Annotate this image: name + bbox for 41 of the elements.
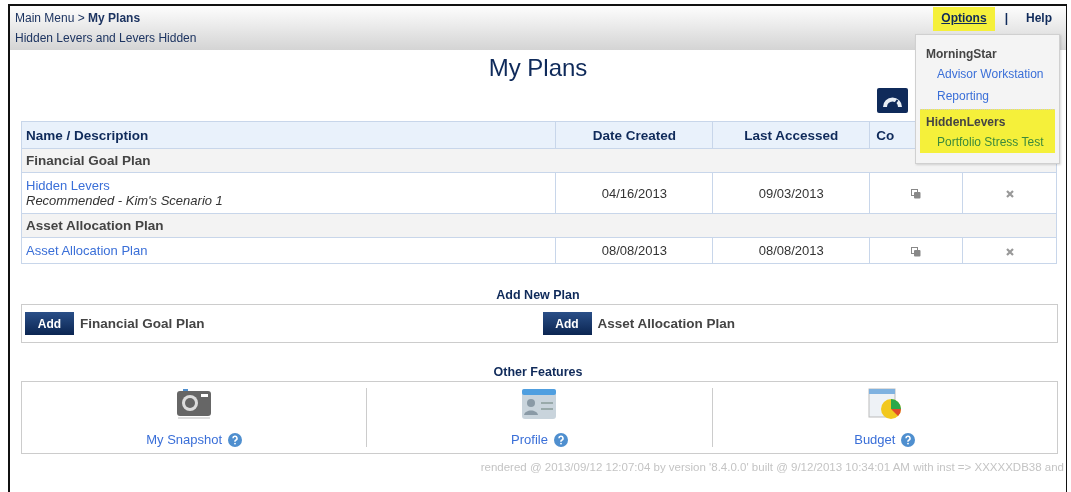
- menu-heading: MorningStar: [926, 47, 998, 61]
- table-cell: 08/08/2013: [712, 237, 870, 264]
- help-icon[interactable]: [901, 432, 916, 447]
- column-header: Name / Description: [21, 121, 556, 149]
- link-separator: |: [1004, 10, 1008, 25]
- breadcrumb-link[interactable]: Main Menu: [15, 11, 75, 25]
- plan-type-label: Financial Goal Plan: [80, 316, 205, 331]
- menu-item[interactable]: Advisor Workstation: [926, 67, 1051, 81]
- feature-link[interactable]: Profile: [511, 432, 548, 447]
- plan-description: Recommended - Kim's Scenario 1: [26, 193, 224, 208]
- help-icon[interactable]: [553, 432, 568, 447]
- plan-type-label: Asset Allocation Plan: [597, 316, 736, 331]
- delete-icon[interactable]: [1004, 189, 1015, 200]
- delete-icon[interactable]: [1004, 246, 1015, 257]
- help-icon[interactable]: [228, 432, 243, 447]
- page-title: My Plans: [488, 54, 588, 82]
- copy-icon[interactable]: [911, 189, 922, 200]
- section-title: Other Features: [492, 365, 584, 379]
- feature-link[interactable]: Budget: [854, 432, 896, 447]
- camera-icon: [176, 388, 213, 420]
- breadcrumb-current: My Plans: [88, 11, 141, 25]
- breadcrumb-separator: >: [77, 11, 85, 25]
- table-cell: 04/16/2013: [555, 172, 713, 214]
- table-cell: 08/08/2013: [555, 237, 713, 264]
- table-cell: 09/03/2013: [712, 172, 870, 214]
- client-name: Hidden Levers and Levers Hidden: [15, 31, 197, 45]
- section-title: Add New Plan: [495, 288, 581, 302]
- header-link[interactable]: Help: [1018, 7, 1060, 31]
- plan-link[interactable]: Hidden Levers: [26, 178, 552, 193]
- gauge-icon[interactable]: [877, 88, 908, 113]
- add-button[interactable]: Add: [542, 312, 592, 335]
- column-header: Last Accessed: [712, 121, 870, 149]
- header-link[interactable]: Options: [933, 7, 995, 31]
- budget-chart-icon: [866, 388, 903, 422]
- group-row: Asset Allocation Plan: [21, 213, 1057, 238]
- copy-icon[interactable]: [911, 246, 922, 257]
- menu-item[interactable]: Reporting: [926, 89, 1051, 103]
- profile-card-icon: [521, 388, 558, 420]
- add-button[interactable]: Add: [25, 312, 74, 335]
- column-header: Date Created: [555, 121, 713, 149]
- feature-link[interactable]: My Snapshot: [146, 432, 223, 447]
